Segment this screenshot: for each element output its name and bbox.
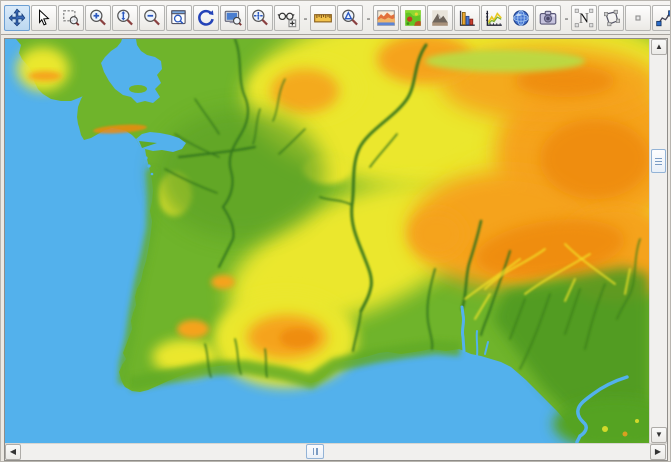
toolbar-button-zoom-out[interactable] <box>139 5 165 31</box>
toolbar-button-contour-layers[interactable] <box>373 5 399 31</box>
toolbar-button-new-view[interactable] <box>274 5 300 31</box>
magnifier-plus-icon <box>88 8 108 28</box>
map-view-window: ---N <box>0 0 671 462</box>
horizontal-scrollbar[interactable]: ◀ ▶ <box>5 443 667 460</box>
scroll-right-button[interactable]: ▶ <box>650 444 666 460</box>
scroll-up-button[interactable]: ▲ <box>651 39 667 55</box>
toolbar-button-refresh[interactable] <box>193 5 219 31</box>
svg-text:N: N <box>579 10 589 25</box>
toolbar-button-north-label[interactable]: N <box>571 5 597 31</box>
move-icon <box>7 8 27 28</box>
map-toolbar: ---N <box>1 1 671 35</box>
monitor-magnifier-icon <box>223 8 243 28</box>
toolbar-separator: - <box>301 5 310 31</box>
classified-map-icon <box>403 8 423 28</box>
mountain-icon <box>430 8 450 28</box>
map-panel: ▲ ▼ ◀ ▶ <box>4 38 668 461</box>
toolbar-button-polyline-tool[interactable] <box>652 5 671 31</box>
marquee-magnifier-icon <box>61 8 81 28</box>
scroll-left-button[interactable]: ◀ <box>5 444 21 460</box>
map-canvas <box>5 39 649 443</box>
toolbar-button-zoom-to-scale[interactable] <box>337 5 363 31</box>
toolbar-separator: - <box>562 5 571 31</box>
triangle-up-icon: ▲ <box>655 43 663 51</box>
triangle-left-icon: ◀ <box>10 448 16 456</box>
v-scrollbar-thumb[interactable] <box>651 149 666 173</box>
window-magnifier-icon <box>169 8 189 28</box>
triangle-right-icon: ▶ <box>655 448 661 456</box>
toolbar-button-classified-map[interactable] <box>400 5 426 31</box>
refresh-icon <box>196 8 216 28</box>
toolbar-button-fit-to-screen[interactable] <box>220 5 246 31</box>
toolbar-button-zoom-selection[interactable] <box>58 5 84 31</box>
toolbar-button-point-tool[interactable] <box>625 5 651 31</box>
chart-line-icon <box>484 8 504 28</box>
toolbar-button-pointer[interactable] <box>31 5 57 31</box>
toolbar-button-zoom-full-extent[interactable] <box>112 5 138 31</box>
thumb-grip <box>313 448 318 455</box>
magnifier-triangle-icon <box>340 8 360 28</box>
cursor-icon <box>34 8 54 28</box>
scroll-down-button[interactable]: ▼ <box>651 427 667 443</box>
h-scrollbar-thumb[interactable] <box>306 444 324 459</box>
histogram-icon <box>457 8 477 28</box>
polygon-icon <box>601 8 621 28</box>
magnifier-target-icon <box>250 8 270 28</box>
letter-n-icon: N <box>574 8 594 28</box>
map-viewport[interactable] <box>5 39 649 443</box>
toolbar-button-globe-3d[interactable] <box>508 5 534 31</box>
polyline-icon <box>655 8 671 28</box>
glasses-plus-icon <box>277 8 297 28</box>
magnifier-minus-icon <box>142 8 162 28</box>
tagus-island <box>129 85 147 93</box>
dot-icon <box>628 8 648 28</box>
vertical-scrollbar[interactable]: ▲ ▼ <box>649 39 667 443</box>
toolbar-button-pan[interactable] <box>4 5 30 31</box>
triangle-down-icon: ▼ <box>655 431 663 439</box>
toolbar-button-zoom-window[interactable] <box>166 5 192 31</box>
toolbar-button-hillshade[interactable] <box>427 5 453 31</box>
toolbar-separator: - <box>364 5 373 31</box>
toolbar-button-zoom-to-layer[interactable] <box>247 5 273 31</box>
strata-icon <box>376 8 396 28</box>
toolbar-button-measure-distance[interactable] <box>310 5 336 31</box>
toolbar-button-zoom-in[interactable] <box>85 5 111 31</box>
magnifier-updown-icon <box>115 8 135 28</box>
ruler-icon <box>313 8 333 28</box>
globe-icon <box>511 8 531 28</box>
camera-icon <box>538 8 558 28</box>
toolbar-button-scattergram[interactable] <box>481 5 507 31</box>
thumb-grip <box>655 158 662 165</box>
toolbar-button-snapshot[interactable] <box>535 5 561 31</box>
toolbar-button-polygon-tool[interactable] <box>598 5 624 31</box>
guadiana-river-mouth <box>462 307 464 351</box>
toolbar-button-histogram[interactable] <box>454 5 480 31</box>
